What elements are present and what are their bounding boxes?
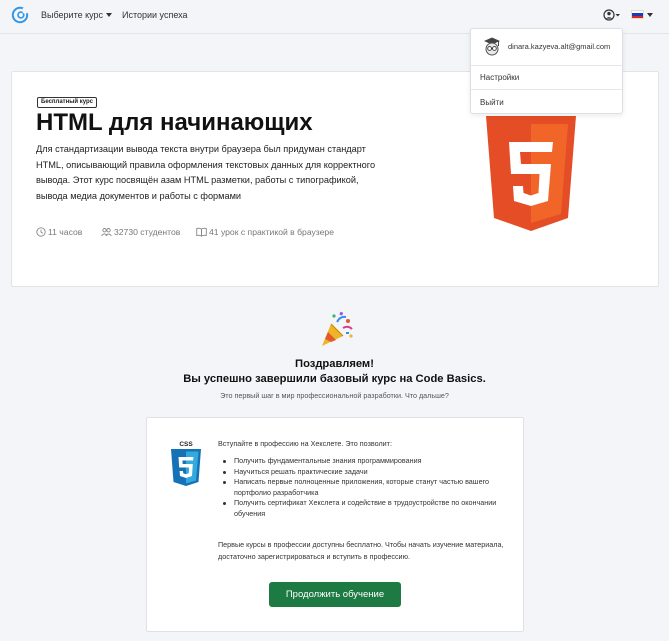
- css3-logo-icon: CSS: [171, 441, 201, 486]
- students-text: 32730 студентов: [114, 227, 181, 237]
- language-switcher[interactable]: [631, 10, 657, 20]
- congrats-subtitle: Вы успешно завершили базовый курс на Cod…: [183, 373, 486, 385]
- students-icon: [101, 228, 112, 237]
- benefits-list: Получить фундаментальные знания программ…: [218, 456, 508, 519]
- book-icon: [196, 227, 207, 237]
- dropdown-user-info: dinara.kazyeva.alt@gmail.com: [471, 29, 622, 65]
- card-footer-text: Первые курсы в профессии доступны беспла…: [218, 540, 504, 561]
- user-email: dinara.kazyeva.alt@gmail.com: [508, 42, 611, 51]
- svg-text:CSS: CSS: [179, 441, 193, 448]
- course-duration: 11 часов: [36, 227, 82, 237]
- chevron-down-icon: [647, 13, 653, 17]
- course-description: Для стандартизации вывода текста внутри …: [36, 144, 376, 201]
- hexlet-logo-icon[interactable]: [11, 6, 29, 24]
- courses-menu-label: Выберите курс: [41, 10, 104, 20]
- list-item: Получить фундаментальные знания программ…: [218, 456, 508, 467]
- duration-text: 11 часов: [48, 227, 83, 237]
- dropdown-divider: [471, 89, 622, 90]
- list-item: Написать первые полноценные приложения, …: [218, 477, 508, 498]
- user-menu-button[interactable]: [603, 8, 621, 22]
- user-icon: [603, 9, 620, 21]
- user-dropdown-menu: dinara.kazyeva.alt@gmail.com Настройки В…: [470, 28, 623, 114]
- party-popper-icon: [322, 311, 353, 346]
- continue-learning-button[interactable]: Продолжить обучение: [269, 582, 401, 607]
- html5-logo-icon: [486, 116, 576, 231]
- congrats-note: Это первый шаг в мир профессиональной ра…: [220, 391, 449, 400]
- congrats-title: Поздравляем!: [295, 358, 374, 370]
- logout-menu-item[interactable]: Выйти: [480, 98, 504, 107]
- courses-menu[interactable]: Выберите курс: [41, 10, 113, 20]
- course-lessons: 41 урок с практикой в браузере: [196, 227, 334, 237]
- russian-flag-icon: [631, 10, 644, 19]
- success-stories-link[interactable]: Истории успеха: [122, 10, 188, 20]
- avatar: [484, 37, 500, 56]
- chevron-down-icon: [106, 13, 113, 17]
- course-title: HTML для начинающих: [36, 109, 313, 136]
- dropdown-divider: [471, 65, 622, 66]
- list-item: Получить сертификат Хекслета и содействи…: [218, 498, 508, 519]
- free-course-badge: Бесплатный курс: [37, 97, 97, 108]
- lessons-text: 41 урок с практикой в браузере: [209, 227, 334, 237]
- list-item: Научиться решать практические задачи: [218, 467, 508, 478]
- clock-icon: [36, 227, 46, 237]
- settings-menu-item[interactable]: Настройки: [480, 73, 519, 82]
- profession-card: CSS Вступайте в профессию на Хекслете. Э…: [146, 417, 524, 632]
- course-students: 32730 студентов: [101, 227, 180, 237]
- card-intro: Вступайте в профессию на Хекслете. Это п…: [218, 439, 392, 448]
